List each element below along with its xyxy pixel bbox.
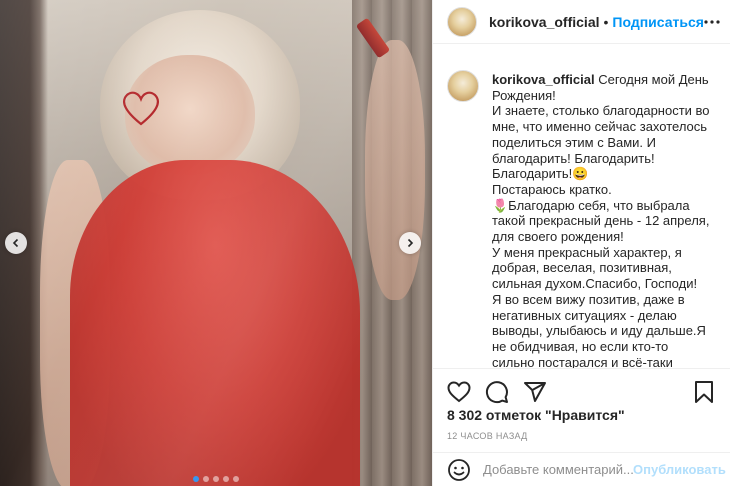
carousel-next-button[interactable] [399, 232, 421, 254]
caption-text: Сегодня мой День Рождения! И знаете, сто… [492, 72, 710, 368]
comments-section[interactable]: korikova_official Сегодня мой День Рожде… [433, 45, 730, 368]
paper-plane-icon [524, 381, 546, 402]
add-comment-bar: Опубликовать [433, 452, 730, 486]
comment-button[interactable] [485, 380, 509, 404]
chevron-right-icon [407, 238, 414, 248]
caption-author-avatar[interactable] [447, 70, 479, 102]
post-header: korikova_official • Подписаться [433, 0, 730, 44]
instagram-post: korikova_official • Подписаться korikova… [0, 0, 730, 486]
heart-icon [447, 380, 471, 402]
author-avatar[interactable] [447, 6, 477, 37]
author-username[interactable]: korikova_official [489, 14, 600, 30]
emoji-button[interactable] [447, 458, 471, 482]
carousel-indicator [0, 476, 432, 482]
publish-button[interactable]: Опубликовать [633, 462, 726, 477]
post-photo[interactable] [0, 0, 432, 486]
likes-count[interactable]: 8 302 отметок "Нравится" [447, 407, 625, 423]
chevron-left-icon [12, 238, 19, 248]
comment-icon [485, 380, 508, 403]
save-button[interactable] [692, 380, 716, 404]
carousel-dot [233, 476, 239, 482]
smiley-icon [448, 458, 470, 481]
post-caption: korikova_official Сегодня мой День Рожде… [492, 72, 714, 368]
caption-username[interactable]: korikova_official [492, 72, 595, 87]
comment-input[interactable] [483, 462, 633, 477]
bookmark-icon [695, 380, 713, 403]
post-sidebar: korikova_official • Подписаться korikova… [432, 0, 730, 486]
carousel-dot [223, 476, 229, 482]
carousel-dot [203, 476, 209, 482]
follow-button[interactable]: Подписаться [612, 14, 704, 30]
like-button[interactable] [447, 380, 471, 404]
more-options-button[interactable] [704, 13, 720, 31]
photo-glass-reflection [0, 0, 432, 486]
carousel-dot [193, 476, 199, 482]
post-timestamp[interactable]: 12 часов назад [447, 431, 528, 441]
carousel-prev-button[interactable] [5, 232, 27, 254]
header-separator: • [603, 13, 609, 30]
carousel-dot [213, 476, 219, 482]
ellipsis-icon [704, 19, 720, 24]
share-button[interactable] [523, 380, 547, 404]
